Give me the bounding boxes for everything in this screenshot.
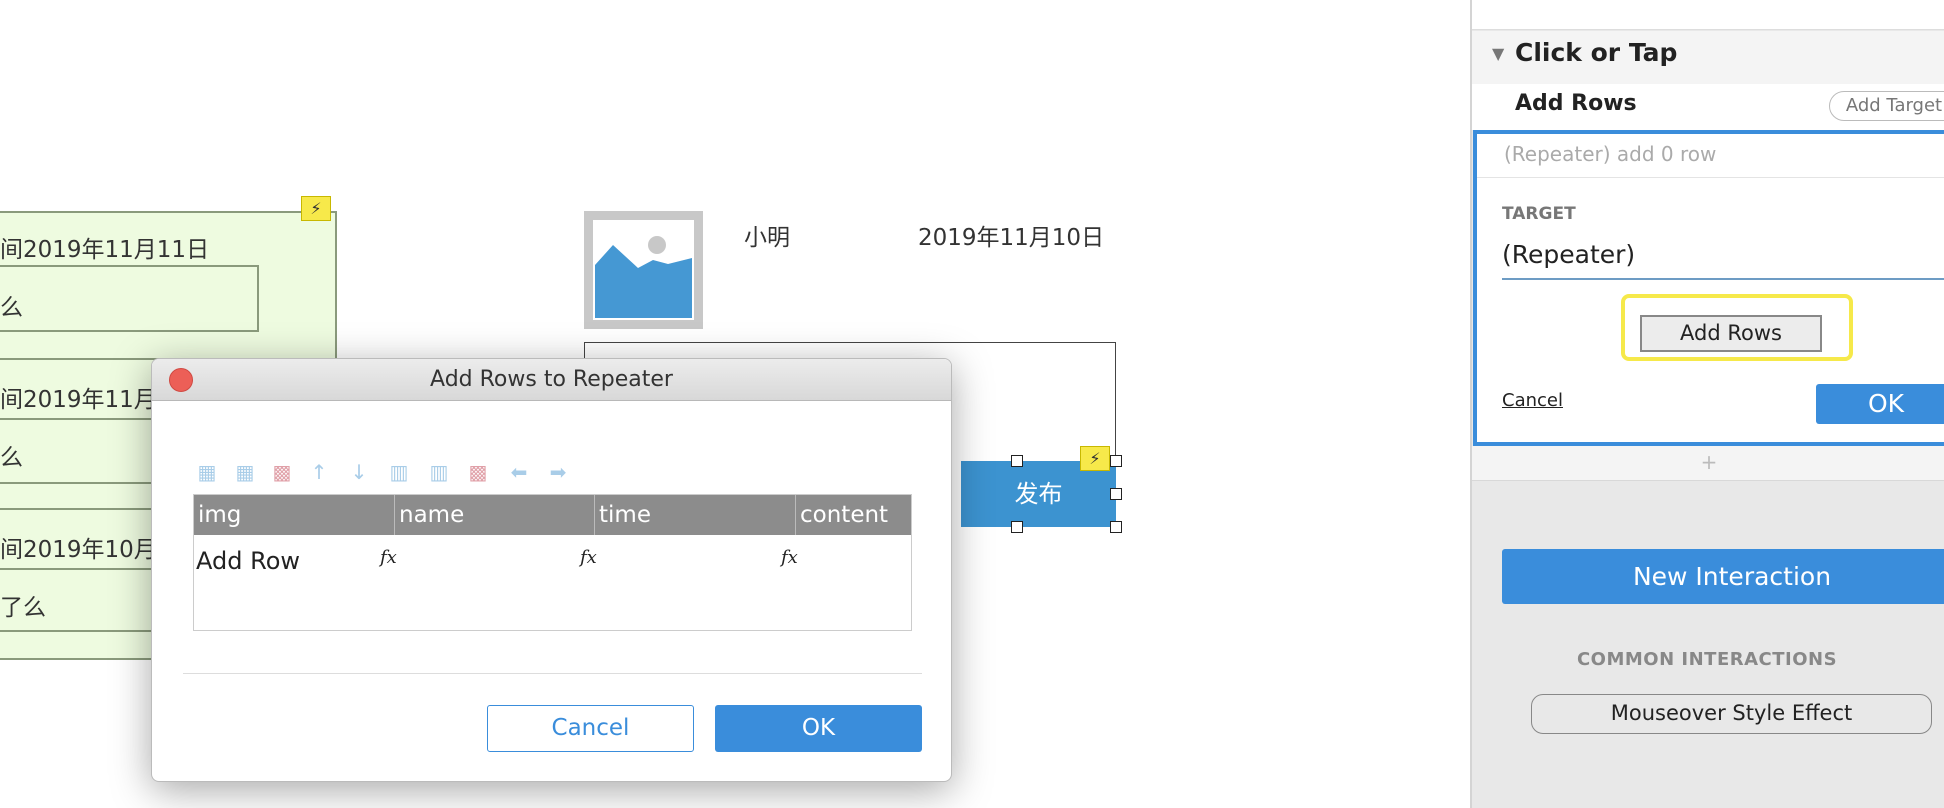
fx-icon[interactable]: fx xyxy=(380,547,397,568)
target-label: TARGET xyxy=(1502,204,1576,224)
event-title: Click or Tap xyxy=(1515,38,1678,67)
table-cell[interactable]: Add Row xyxy=(196,547,300,575)
move-down-icon[interactable]: ↓ xyxy=(346,461,372,483)
common-interactions-label: COMMON INTERACTIONS xyxy=(1576,649,1838,670)
column-header: name xyxy=(399,502,465,528)
add-rows-dialog: Add Rows to Repeater ▦ ▦ ▩ ↑ ↓ ▥ ▥ ▩ ⬅ ➡… xyxy=(151,358,952,782)
lightning-icon[interactable]: ⚡ xyxy=(301,196,331,221)
delete-row-icon[interactable]: ▩ xyxy=(269,461,295,483)
column-header: content xyxy=(800,502,889,528)
column-header: img xyxy=(198,502,242,528)
row-content: 了么 xyxy=(0,595,46,621)
ok-button[interactable]: OK xyxy=(715,705,922,752)
lightning-icon[interactable]: ⚡ xyxy=(1080,446,1110,471)
action-summary: (Repeater) add 0 row xyxy=(1504,142,1717,166)
cancel-link[interactable]: Cancel xyxy=(1502,390,1563,411)
dialog-title: Add Rows to Repeater xyxy=(430,367,673,392)
move-up-icon[interactable]: ↑ xyxy=(306,461,332,483)
add-rows-button[interactable]: Add Rows xyxy=(1640,315,1822,352)
column-header: time xyxy=(599,502,651,528)
rows-table: img name time content Add Row fx fx fx xyxy=(193,494,912,631)
delete-column-icon[interactable]: ▩ xyxy=(465,461,491,483)
divider xyxy=(183,673,922,674)
action-title: Add Rows xyxy=(1515,91,1637,116)
insert-row-below-icon[interactable]: ▦ xyxy=(232,461,258,483)
row-content: 么 xyxy=(0,445,23,471)
mouseover-style-effect-button[interactable]: Mouseover Style Effect xyxy=(1531,694,1932,734)
resize-handle[interactable] xyxy=(1110,488,1122,500)
image-icon[interactable] xyxy=(584,211,703,329)
insert-column-left-icon[interactable]: ▥ xyxy=(386,461,412,483)
new-interaction-button[interactable]: New Interaction xyxy=(1502,549,1944,604)
row-time: 间2019年11月 xyxy=(0,387,157,413)
ok-button[interactable]: OK xyxy=(1816,384,1944,424)
date-text: 2019年11月10日 xyxy=(918,225,1105,251)
resize-handle[interactable] xyxy=(1011,455,1023,467)
insert-column-right-icon[interactable]: ▥ xyxy=(426,461,452,483)
resize-handle[interactable] xyxy=(1110,455,1122,467)
row-time: 间2019年10月 xyxy=(0,537,157,563)
resize-handle[interactable] xyxy=(1110,521,1122,533)
row-time: 间2019年11月11日 xyxy=(0,237,210,263)
name-text: 小明 xyxy=(744,225,790,251)
row-content: 么 xyxy=(0,295,23,321)
action-editor: (Repeater) add 0 row TARGET (Repeater) A… xyxy=(1473,130,1944,446)
fx-icon[interactable]: fx xyxy=(781,547,798,568)
move-left-icon[interactable]: ⬅ xyxy=(506,461,532,483)
move-right-icon[interactable]: ➡ xyxy=(545,461,571,483)
add-target-button[interactable]: Add Target xyxy=(1829,91,1944,121)
insert-row-above-icon[interactable]: ▦ xyxy=(194,461,220,483)
resize-handle[interactable] xyxy=(1011,521,1023,533)
cancel-button[interactable]: Cancel xyxy=(487,705,694,752)
add-action-button[interactable]: + xyxy=(1472,450,1944,474)
interactions-panel: ▼ Click or Tap Add Rows Add Target (Repe… xyxy=(1470,0,1944,808)
content-box xyxy=(0,265,259,332)
collapse-triangle-icon[interactable]: ▼ xyxy=(1492,44,1504,63)
target-select[interactable]: (Repeater) xyxy=(1502,240,1944,280)
fx-icon[interactable]: fx xyxy=(580,547,597,568)
